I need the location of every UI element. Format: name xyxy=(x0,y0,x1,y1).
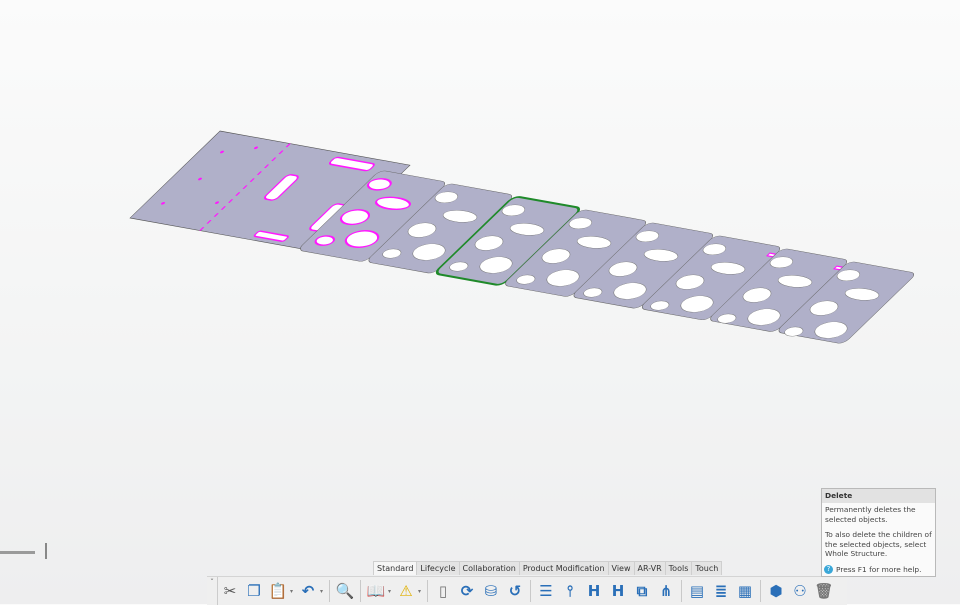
toolbar-separator xyxy=(329,580,330,602)
delete-button[interactable]: 🗑 xyxy=(813,580,835,602)
history-button[interactable]: ↺ xyxy=(504,580,526,602)
toolbar-tabs: Standard Lifecycle Collaboration Product… xyxy=(373,561,723,575)
tooltip-detail: To also delete the children of the selec… xyxy=(825,530,932,558)
slider-handle[interactable] xyxy=(45,543,47,559)
new-document-button[interactable]: ▯ xyxy=(432,580,454,602)
tooltip-description: Permanently deletes the selected objects… xyxy=(825,505,916,524)
insert-new-product-icon: H xyxy=(611,582,625,600)
table-button[interactable]: ▦ xyxy=(734,580,756,602)
insert-existing-icon: H xyxy=(587,582,601,600)
structure-list-icon: ☰ xyxy=(539,582,553,600)
catalog-book-button[interactable]: 📖 xyxy=(365,580,387,602)
action-bar: ˇ ✂ ❐ 📋 ▾ ↶ ▾ 🔍 📖 ▾ ⚠ ▾ ▯ ⟳ ⛁ ↺ ☰ ⫯ H H ⧉ ⋔ ▤ ≣ ▦ ⬢ ⚇ 🗑 xyxy=(207,576,847,605)
new-document-icon: ▯ xyxy=(438,582,448,600)
insert-new-product-button[interactable]: H xyxy=(607,580,629,602)
delete-tooltip: Delete Permanently deletes the selected … xyxy=(821,488,936,577)
toolbar-separator xyxy=(427,580,428,602)
toolbar-separator xyxy=(760,580,761,602)
cut-icon: ✂ xyxy=(223,582,237,600)
sync-button[interactable]: ⟳ xyxy=(456,580,478,602)
update-warning-icon: ⚠ xyxy=(399,582,413,600)
3d-part-icon: ⬢ xyxy=(769,582,783,600)
database-clock-button[interactable]: ⛁ xyxy=(480,580,502,602)
update-warning-button[interactable]: ⚠ xyxy=(395,580,417,602)
tooltip-help-text: Press F1 for more help. xyxy=(836,565,922,574)
paste-icon: 📋 xyxy=(268,582,288,600)
dropdown-arrow-icon[interactable]: ▾ xyxy=(290,588,296,595)
replace-icon: ⧉ xyxy=(636,582,648,600)
search-zoom-icon: 🔍 xyxy=(335,582,355,600)
table-icon: ▦ xyxy=(737,582,753,600)
help-icon: ? xyxy=(824,565,833,574)
dropdown-arrow-icon[interactable]: ▾ xyxy=(388,588,394,595)
insert-existing-button[interactable]: H xyxy=(583,580,605,602)
undo-button[interactable]: ↶ xyxy=(297,580,319,602)
3d-viewport[interactable] xyxy=(0,0,960,604)
3d-part-button[interactable]: ⬢ xyxy=(765,580,787,602)
delete-icon: 🗑 xyxy=(814,582,834,600)
tab-tools[interactable]: Tools xyxy=(664,561,693,575)
undo-icon: ↶ xyxy=(301,582,315,600)
tab-touch[interactable]: Touch xyxy=(691,561,723,575)
insert-node-icon: ⫯ xyxy=(566,582,574,600)
tab-collaboration[interactable]: Collaboration xyxy=(458,561,520,575)
toolbar-separator xyxy=(360,580,361,602)
insert-node-button[interactable]: ⫯ xyxy=(559,580,581,602)
search-zoom-button[interactable]: 🔍 xyxy=(334,580,356,602)
paste-button[interactable]: 📋 xyxy=(267,580,289,602)
sheet-metal-model[interactable] xyxy=(129,130,917,345)
tree-expand-button[interactable]: ⋔ xyxy=(655,580,677,602)
reorder-button[interactable]: ≣ xyxy=(710,580,732,602)
tab-product-modification[interactable]: Product Modification xyxy=(518,561,609,575)
history-icon: ↺ xyxy=(508,582,522,600)
copy-button[interactable]: ❐ xyxy=(243,580,265,602)
relations-icon: ⚇ xyxy=(793,582,807,600)
structure-list-button[interactable]: ☰ xyxy=(535,580,557,602)
scroll-slider[interactable] xyxy=(0,551,35,554)
catalog-book-icon: 📖 xyxy=(366,582,386,600)
properties-list-icon: ▤ xyxy=(689,582,705,600)
toolbar-separator xyxy=(681,580,682,602)
properties-list-button[interactable]: ▤ xyxy=(686,580,708,602)
reorder-icon: ≣ xyxy=(714,582,728,600)
tooltip-title: Delete xyxy=(822,489,935,503)
copy-icon: ❐ xyxy=(247,582,261,600)
sync-icon: ⟳ xyxy=(460,582,474,600)
tab-standard[interactable]: Standard xyxy=(373,561,418,575)
collapse-toolbar-button[interactable]: ˇ xyxy=(207,577,218,605)
dropdown-arrow-icon[interactable]: ▾ xyxy=(418,588,424,595)
tooltip-help: ? Press F1 for more help. xyxy=(824,565,921,574)
dropdown-arrow-icon[interactable]: ▾ xyxy=(320,588,326,595)
tab-view[interactable]: View xyxy=(607,561,635,575)
replace-button[interactable]: ⧉ xyxy=(631,580,653,602)
database-clock-icon: ⛁ xyxy=(484,582,498,600)
tab-lifecycle[interactable]: Lifecycle xyxy=(416,561,460,575)
cut-button[interactable]: ✂ xyxy=(219,580,241,602)
tree-expand-icon: ⋔ xyxy=(659,582,673,600)
tab-ar-vr[interactable]: AR-VR xyxy=(633,561,666,575)
toolbar-separator xyxy=(530,580,531,602)
relations-button[interactable]: ⚇ xyxy=(789,580,811,602)
